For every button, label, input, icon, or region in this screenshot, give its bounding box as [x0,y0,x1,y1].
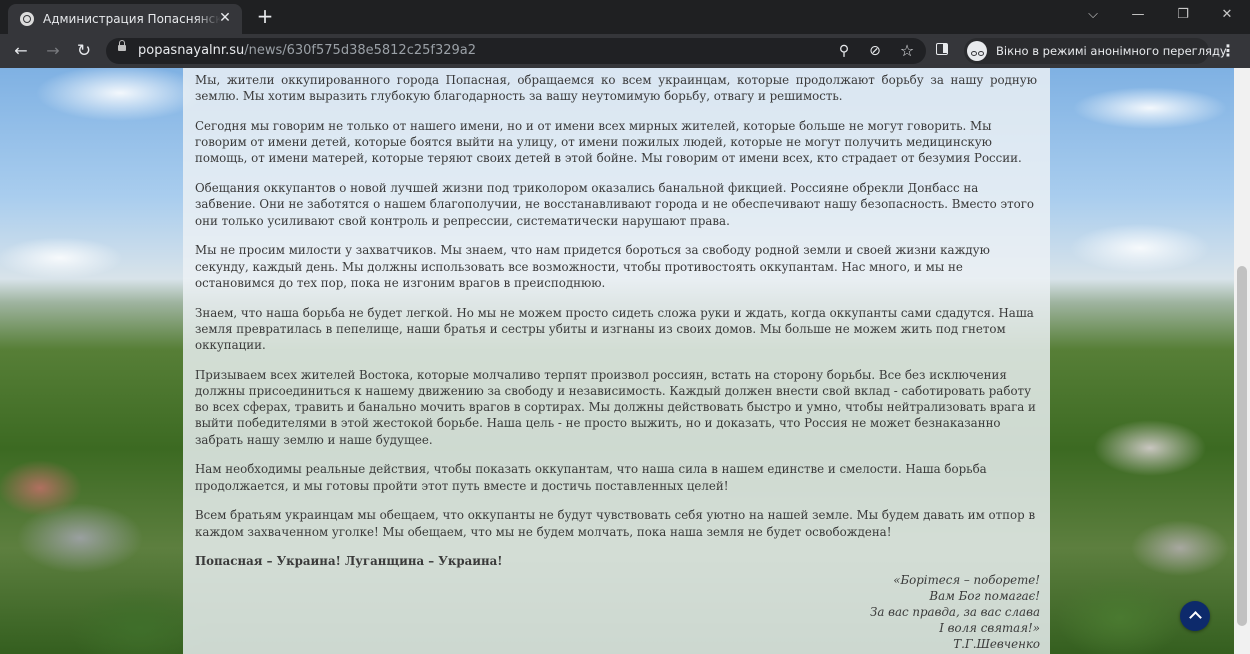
tab-search-chevron-icon[interactable]: ⌵ [1080,4,1106,26]
tab-title: Администрация Попаснянского [43,12,221,26]
incognito-icon [967,41,987,61]
article-paragraph: Сегодня мы говорим не только от нашего и… [195,119,1022,166]
zoom-search-icon[interactable]: ⚲ [835,42,853,60]
poem-line: Вам Бог помагає! [929,589,1040,603]
article-paragraph: Обещания оккупантов о новой лучшей жизни… [195,181,1035,228]
article-paragraph: Мы, жители оккупированного города Попасн… [195,73,1037,104]
lock-icon[interactable] [118,40,126,51]
browser-title-bar: Администрация Попаснянского ✕ + ⌵ — ❐ ✕ [0,0,1250,34]
poem-line: За вас правда, за вас слава [870,605,1040,619]
new-tab-button[interactable]: + [255,6,275,26]
page-viewport: Мы, жители оккупированного города Попасн… [0,68,1234,654]
article-paragraph: Мы не просим милости у захватчиков. Мы з… [195,243,990,290]
browser-toolbar: ← → ↻ popasnayalnr.su/news/630f575d38e58… [0,34,1250,68]
close-window-button[interactable]: ✕ [1214,4,1240,26]
article-paragraph: Призываем всех жителей Востока, которые … [195,367,1036,447]
side-panel-icon[interactable] [936,43,948,55]
page-scrollbar[interactable] [1234,68,1250,654]
bookmark-star-icon[interactable]: ☆ [898,42,916,60]
article-slogan: Попасная – Украина! Луганщина – Украина! [195,554,503,569]
address-bar[interactable]: popasnayalnr.su/news/630f575d38e5812c25f… [106,38,926,64]
incognito-label: Вікно в режимі анонімного перегляду [996,44,1227,58]
poem-quote: «Борітеся – поборете! Вам Бог помагає! З… [870,572,1040,652]
browser-tab[interactable]: Администрация Попаснянского ✕ [8,4,242,34]
incognito-indicator[interactable]: Вікно в режимі анонімного перегляду [964,38,1227,64]
poem-line: І воля святая!» [939,621,1040,635]
browser-menu-icon[interactable]: ⋮ [1220,41,1236,61]
reload-button[interactable]: ↻ [73,41,95,61]
url-text[interactable]: popasnayalnr.su/news/630f575d38e5812c25f… [138,43,476,58]
url-path: /news/630f575d38e5812c25f329a2 [244,43,477,58]
article-paragraph: Всем братьям украинцам мы обещаем, что о… [195,508,1036,539]
back-button[interactable]: ← [10,41,32,61]
third-party-cookies-blocked-icon[interactable]: ⊘ [866,42,884,60]
url-host: popasnayalnr.su [138,43,245,58]
poem-author: Т.Г.Шевченко [953,637,1040,651]
scrollbar-thumb[interactable] [1237,266,1247,626]
article-paragraph: Нам необходимы реальные действия, чтобы … [195,462,987,493]
restore-button[interactable]: ❐ [1170,4,1196,26]
scroll-to-top-button[interactable] [1180,601,1210,631]
close-tab-icon[interactable]: ✕ [217,10,233,26]
article-body: Мы, жители оккупированного города Попасн… [195,72,1037,583]
poem-line: «Борітеся – поборете! [893,573,1040,587]
minimize-button[interactable]: — [1125,4,1151,26]
article-panel: Мы, жители оккупированного города Попасн… [183,68,1050,654]
forward-button[interactable]: → [42,41,64,61]
globe-icon [20,12,34,26]
article-paragraph: Знаем, что наша борьба не будет легкой. … [195,305,1034,353]
